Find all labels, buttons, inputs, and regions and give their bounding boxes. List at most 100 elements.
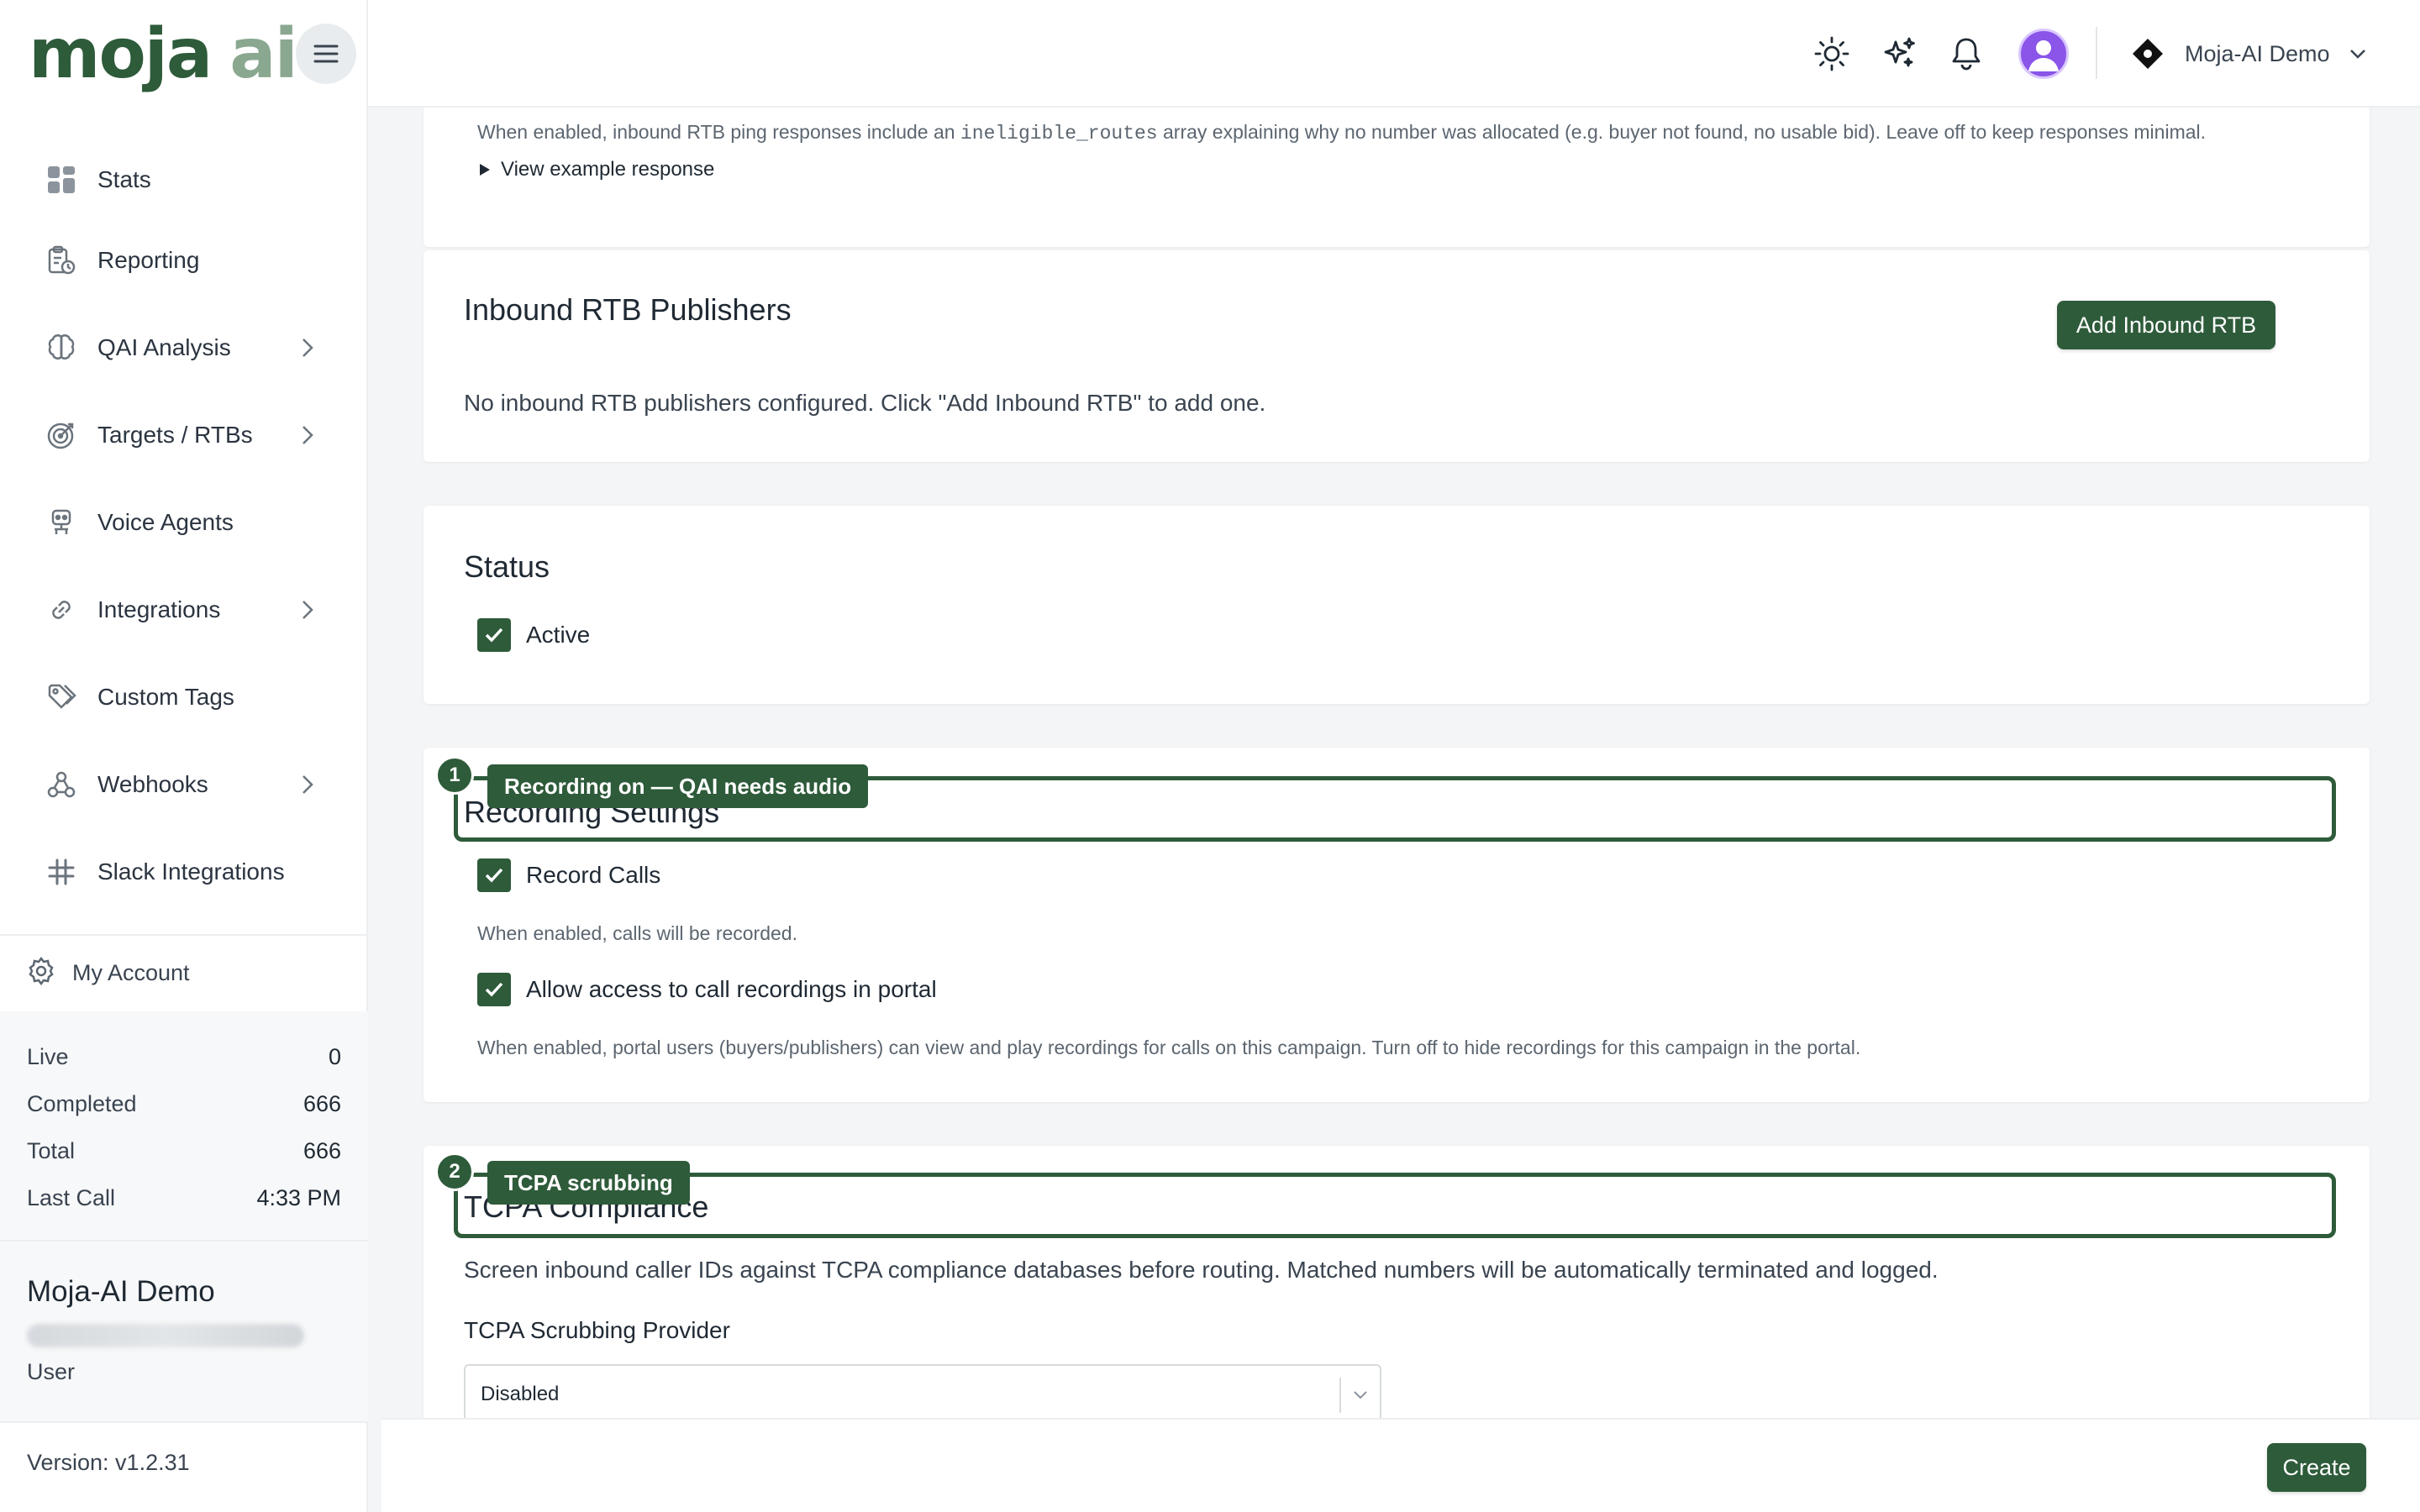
sidebar-divider	[0, 1421, 368, 1423]
brand-logo-part1: moja	[29, 14, 213, 94]
chevron-right-icon	[296, 598, 319, 622]
theme-toggle-button[interactable]	[1808, 30, 1855, 77]
blurred-email	[27, 1324, 304, 1347]
stat-label: Completed	[27, 1090, 137, 1116]
brand-logo[interactable]: moja ai	[29, 14, 298, 94]
inbound-rtb-publishers-card: Inbound RTB Publishers Add Inbound RTB N…	[424, 250, 2370, 462]
stat-label: Total	[27, 1137, 76, 1163]
grid-icon	[45, 164, 77, 196]
call-stats: Live 0 Completed 666 Total 666 Last Call 4:3…	[0, 1011, 368, 1240]
view-example-label: View example response	[501, 158, 715, 181]
sun-icon	[1814, 36, 1849, 71]
chevron-down-icon	[2349, 50, 2365, 59]
portal-access-row[interactable]: Allow access to call recordings in porta…	[477, 973, 937, 1006]
diamond-logo-icon	[2133, 39, 2163, 69]
hamburger-icon	[313, 45, 339, 63]
view-example-toggle[interactable]: View example response	[479, 158, 714, 181]
annotation-number: 1	[435, 756, 474, 795]
sidebar-item-label: Custom Tags	[97, 684, 234, 710]
sidebar-nav: Stats Reporting QAI Analysis Targets / R…	[0, 139, 368, 919]
menu-toggle-button[interactable]	[296, 24, 356, 84]
sidebar-item-reporting[interactable]: Reporting	[0, 220, 368, 301]
sidebar-item-webhooks[interactable]: Webhooks	[0, 744, 368, 825]
ineligible-routes-help: When enabled, inbound RTB ping responses…	[477, 121, 2206, 144]
sidebar-item-label: Webhooks	[97, 771, 208, 797]
chevron-right-icon	[296, 336, 319, 360]
org-name: Moja-AI Demo	[27, 1275, 215, 1308]
sidebar-item-slack-integrations[interactable]: Slack Integrations	[0, 825, 368, 919]
active-checkbox[interactable]	[477, 618, 511, 652]
sidebar-item-custom-tags[interactable]: Custom Tags	[0, 650, 368, 744]
user-avatar[interactable]	[2018, 29, 2069, 79]
tcpa-description: Screen inbound caller IDs against TCPA c…	[464, 1257, 1939, 1283]
annotation-highlight-tcpa	[454, 1173, 2336, 1238]
triangle-right-icon	[480, 164, 490, 176]
brand-logo-part2: ai	[229, 14, 297, 94]
check-icon	[485, 627, 503, 643]
tcpa-provider-label: TCPA Scrubbing Provider	[464, 1317, 730, 1343]
help-text: When enabled, inbound RTB ping responses…	[477, 121, 955, 143]
target-icon	[45, 419, 77, 451]
notifications-button[interactable]	[1943, 30, 1990, 77]
version-label: Version: v1.2.31	[27, 1450, 190, 1475]
sidebar-item-label: Slack Integrations	[97, 858, 285, 885]
sidebar-item-targets-rtbs[interactable]: Targets / RTBs	[0, 395, 368, 475]
card-title: Status	[464, 549, 550, 584]
chevron-right-icon	[296, 423, 319, 447]
empty-state-text: No inbound RTB publishers configured. Cl…	[464, 390, 1266, 416]
brain-icon	[45, 332, 77, 364]
tags-icon	[45, 681, 77, 713]
ai-assistant-button[interactable]	[1876, 30, 1923, 77]
card-title: Inbound RTB Publishers	[464, 292, 792, 327]
clipboard-clock-icon	[45, 244, 77, 276]
sidebar-item-label: Reporting	[97, 247, 200, 273]
record-calls-label: Record Calls	[526, 862, 661, 888]
main-content: When enabled, inbound RTB ping responses…	[368, 108, 2420, 1418]
annotation-label: Recording on — QAI needs audio	[487, 764, 869, 808]
annotation-label: TCPA scrubbing	[487, 1161, 690, 1205]
active-checkbox-row[interactable]: Active	[477, 618, 590, 652]
portal-access-help: When enabled, portal users (buyers/publi…	[477, 1037, 1861, 1058]
help-text: array explaining why no number was alloc…	[1163, 121, 2207, 143]
record-calls-row[interactable]: Record Calls	[477, 858, 660, 892]
code-snippet: ineligible_routes	[960, 123, 1158, 144]
sidebar-item-label: Stats	[97, 166, 151, 192]
bell-icon	[1952, 38, 1981, 71]
chevron-right-icon	[296, 773, 319, 796]
my-account-label: My Account	[72, 959, 190, 985]
sidebar-item-label: Integrations	[97, 596, 221, 622]
robot-icon	[45, 507, 77, 538]
portal-access-checkbox[interactable]	[477, 973, 511, 1006]
create-button[interactable]: Create	[2267, 1443, 2366, 1492]
status-card: Status Active	[424, 506, 2370, 704]
topbar: Moja-AI Demo	[368, 0, 2420, 108]
stat-label: Live	[27, 1043, 69, 1069]
sidebar-item-stats[interactable]: Stats	[0, 139, 368, 220]
user-role: User	[27, 1359, 76, 1384]
sidebar-item-integrations[interactable]: Integrations	[0, 570, 368, 650]
stat-value: 0	[328, 1043, 341, 1069]
sidebar-item-label: Targets / RTBs	[97, 422, 253, 448]
stat-value: 666	[302, 1090, 341, 1116]
stat-live: Live 0	[27, 1033, 341, 1080]
active-label: Active	[526, 622, 591, 648]
sidebar-item-voice-agents[interactable]: Voice Agents	[0, 475, 368, 570]
stat-last-call: Last Call 4:33 PM	[27, 1174, 341, 1221]
annotation-number: 2	[435, 1152, 474, 1191]
add-inbound-rtb-button[interactable]: Add Inbound RTB	[2057, 301, 2275, 349]
my-account-link[interactable]: My Account	[0, 934, 368, 1011]
sparkles-icon	[1884, 37, 1915, 67]
stat-value: 4:33 PM	[256, 1184, 341, 1210]
stat-value: 666	[302, 1137, 341, 1163]
webhook-icon	[45, 769, 77, 801]
tcpa-provider-select[interactable]: Disabled	[464, 1364, 1381, 1418]
tcpa-provider-value: Disabled	[481, 1383, 560, 1405]
org-switcher[interactable]: Moja-AI Demo	[2131, 29, 2367, 79]
stat-label: Last Call	[27, 1184, 116, 1210]
sidebar-item-label: QAI Analysis	[97, 334, 231, 360]
stat-total: Total 666	[27, 1127, 341, 1174]
sidebar-item-qai-analysis[interactable]: QAI Analysis	[0, 301, 368, 395]
record-calls-checkbox[interactable]	[477, 858, 511, 892]
inbound-rtb-response-card: When enabled, inbound RTB ping responses…	[424, 108, 2370, 247]
slack-icon	[45, 856, 77, 888]
